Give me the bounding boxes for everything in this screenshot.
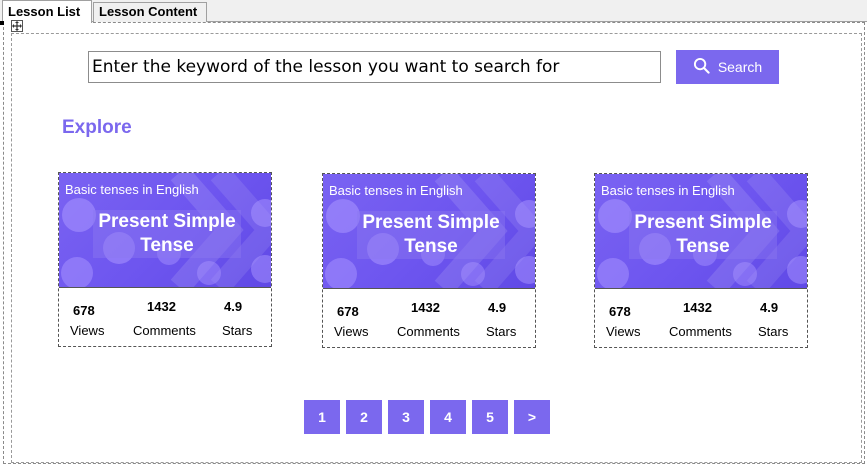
lesson-stats: 678 1432 4.9 Views Comments Stars	[323, 288, 535, 347]
lesson-thumbnail: Basic tenses in English Present Simple T…	[59, 173, 271, 287]
views-label: Views	[606, 324, 641, 339]
stars-rating: 4.9	[224, 299, 243, 314]
lesson-stats: 678 1432 4.9 Views Comments Stars	[595, 288, 807, 347]
page-button-2[interactable]: 2	[346, 400, 382, 434]
lesson-thumbnail: Basic tenses in English Present Simple T…	[595, 174, 807, 288]
search-button-label: Search	[717, 59, 763, 75]
lesson-title: Present Simple Tense	[629, 211, 777, 259]
search-button[interactable]: Search	[676, 50, 779, 84]
lesson-title: Present Simple Tense	[93, 210, 241, 258]
comments-count: 1432	[683, 300, 712, 315]
tab-lesson-content[interactable]: Lesson Content	[93, 2, 207, 22]
comments-label: Comments	[133, 323, 196, 338]
page-button-1[interactable]: 1	[304, 400, 340, 434]
lesson-category: Basic tenses in English	[329, 183, 463, 198]
lesson-category: Basic tenses in English	[65, 182, 199, 197]
stars-label: Stars	[222, 323, 253, 338]
views-label: Views	[334, 324, 369, 339]
lesson-stats: 678 1432 4.9 Views Comments Stars	[59, 287, 271, 346]
page-button-4[interactable]: 4	[430, 400, 466, 434]
next-page-button[interactable]: >	[514, 400, 550, 434]
section-title: Explore	[62, 117, 132, 138]
stars-label: Stars	[758, 324, 789, 339]
search-input[interactable]	[88, 51, 661, 83]
page-button-5[interactable]: 5	[472, 400, 508, 434]
lesson-card[interactable]: Basic tenses in English Present Simple T…	[322, 173, 536, 348]
comments-count: 1432	[147, 299, 176, 314]
comments-label: Comments	[397, 324, 460, 339]
selection-dot	[0, 21, 4, 25]
stars-rating: 4.9	[760, 300, 779, 315]
comments-label: Comments	[669, 324, 732, 339]
lesson-category: Basic tenses in English	[601, 183, 735, 198]
comments-count: 1432	[411, 300, 440, 315]
move-icon[interactable]	[11, 20, 23, 32]
page-button-3[interactable]: 3	[388, 400, 424, 434]
views-count: 678	[337, 304, 359, 319]
stars-label: Stars	[486, 324, 517, 339]
lesson-card[interactable]: Basic tenses in English Present Simple T…	[594, 173, 808, 348]
tab-strip: Lesson List Lesson Content	[0, 0, 867, 23]
views-count: 678	[609, 304, 631, 319]
lesson-thumbnail: Basic tenses in English Present Simple T…	[323, 174, 535, 288]
views-count: 678	[73, 303, 95, 318]
lesson-title: Present Simple Tense	[357, 211, 505, 259]
search-icon	[693, 57, 710, 77]
lesson-card[interactable]: Basic tenses in English Present Simple T…	[58, 172, 272, 347]
views-label: Views	[70, 323, 105, 338]
stars-rating: 4.9	[488, 300, 507, 315]
